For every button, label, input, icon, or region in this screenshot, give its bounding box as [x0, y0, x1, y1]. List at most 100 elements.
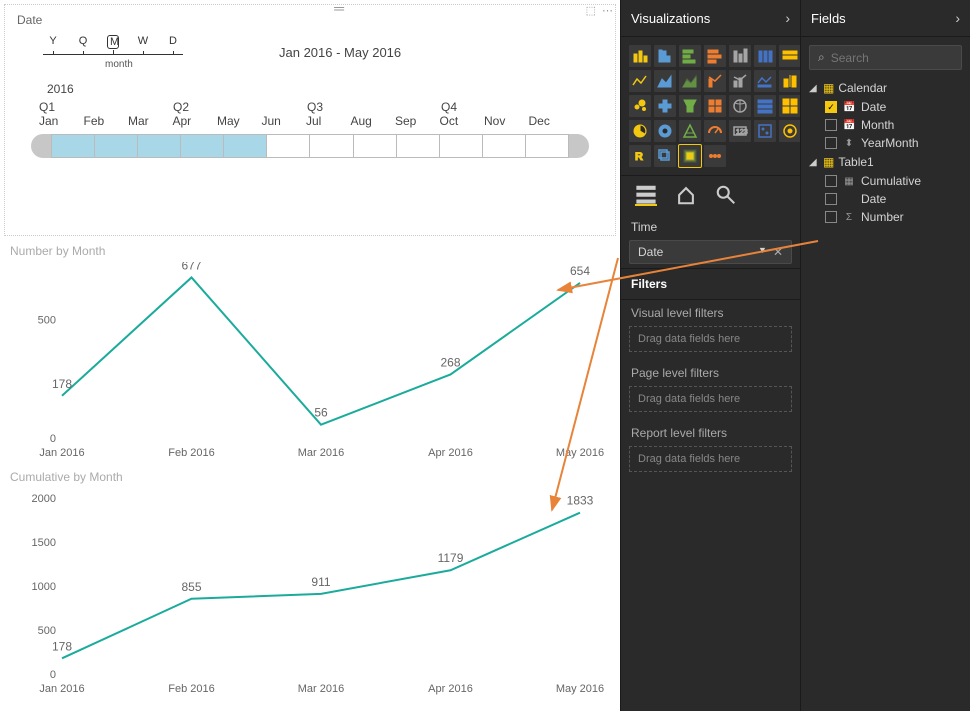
fields-panel[interactable]: Fields › ⌕ ◢▦Calendar✓📅Date📅Month⬍YearMo… [800, 0, 970, 711]
visualizations-header[interactable]: Visualizations › [621, 0, 800, 37]
viz-tool-tabs[interactable] [621, 175, 800, 214]
viz-type-icon[interactable] [779, 70, 801, 92]
viz-type-icon[interactable] [679, 95, 701, 117]
field-node[interactable]: ΣNumber [807, 208, 964, 226]
slicer-handle-left[interactable] [31, 134, 51, 158]
scale-month[interactable]: M [107, 35, 119, 49]
grip-icon[interactable]: ═ [334, 0, 343, 16]
scale-year[interactable]: Y [47, 35, 59, 49]
field-node[interactable]: ✓📅Date [807, 98, 964, 116]
slicer-cell[interactable] [526, 134, 569, 158]
viz-type-icon[interactable] [704, 145, 726, 167]
viz-type-icon[interactable] [629, 120, 651, 142]
field-well-pill[interactable]: Date ▼✕ [629, 240, 792, 264]
viz-type-icon[interactable] [779, 120, 801, 142]
field-checkbox[interactable] [825, 211, 837, 223]
scale-week[interactable]: W [137, 35, 149, 49]
table-node[interactable]: ◢▦Calendar [807, 78, 964, 98]
slicer-cell[interactable] [224, 134, 267, 158]
viz-type-icon[interactable] [679, 70, 701, 92]
remove-field-icon[interactable]: ✕ [773, 245, 783, 259]
slicer-cell[interactable] [51, 134, 95, 158]
viz-type-gallery[interactable]: 123 R [621, 37, 800, 175]
field-checkbox[interactable] [825, 193, 837, 205]
dropdown-icon[interactable]: ▼ [758, 245, 767, 259]
viz-type-icon[interactable] [654, 120, 676, 142]
fields-header[interactable]: Fields › [801, 0, 970, 37]
viz-type-icon[interactable] [679, 120, 701, 142]
slicer-year-label: 2016 [47, 82, 603, 96]
slicer-cell[interactable] [310, 134, 353, 158]
viz-type-icon[interactable] [654, 70, 676, 92]
viz-type-icon[interactable] [754, 95, 776, 117]
table-node[interactable]: ◢▦Table1 [807, 152, 964, 172]
chart1[interactable]: 0500Jan 2016Feb 2016Mar 2016Apr 2016May … [10, 262, 610, 462]
selected-range-text: Jan 2016 - May 2016 [279, 45, 401, 60]
field-node[interactable]: ⬍YearMonth [807, 134, 964, 152]
viz-type-icon[interactable] [679, 45, 701, 67]
viz-type-icon[interactable] [679, 145, 701, 167]
report-filters-dropzone[interactable]: Drag data fields here [629, 446, 792, 472]
field-node[interactable]: ▦Cumulative [807, 172, 964, 190]
chart2[interactable]: 0500100015002000Jan 2016Feb 2016Mar 2016… [10, 488, 610, 698]
viz-type-icon[interactable] [704, 120, 726, 142]
scale-quarter[interactable]: Q [77, 35, 89, 49]
page-filters-dropzone[interactable]: Drag data fields here [629, 386, 792, 412]
analytics-tab-icon[interactable] [715, 184, 737, 206]
more-options-icon[interactable]: ⋯ [602, 4, 613, 17]
viz-type-icon[interactable] [654, 95, 676, 117]
viz-type-icon[interactable] [704, 45, 726, 67]
report-canvas[interactable]: ═ ⬚ ⋯ Date Y Q M W D month Jan 2016 - Ma… [0, 0, 620, 711]
fields-tree[interactable]: ◢▦Calendar✓📅Date📅Month⬍YearMonth◢▦Table1… [801, 78, 970, 226]
viz-type-icon[interactable] [654, 45, 676, 67]
viz-type-icon[interactable] [779, 95, 801, 117]
scale-day[interactable]: D [167, 35, 179, 49]
slicer-cell[interactable] [267, 134, 310, 158]
viz-type-icon[interactable] [654, 145, 676, 167]
slicer-track[interactable] [31, 134, 589, 158]
viz-type-icon[interactable] [704, 70, 726, 92]
viz-type-icon[interactable] [629, 95, 651, 117]
slicer-cell[interactable] [181, 134, 224, 158]
viz-type-icon[interactable] [754, 45, 776, 67]
field-checkbox[interactable] [825, 175, 837, 187]
slicer-handle-right[interactable] [569, 134, 589, 158]
viz-type-icon[interactable] [729, 45, 751, 67]
field-node[interactable]: Date [807, 190, 964, 208]
viz-type-icon[interactable]: 123 [729, 120, 751, 142]
focus-mode-icon[interactable]: ⬚ [586, 4, 596, 17]
format-tab-icon[interactable] [675, 184, 697, 206]
svg-text:Feb 2016: Feb 2016 [168, 447, 214, 459]
slicer-cell[interactable] [95, 134, 138, 158]
field-checkbox[interactable] [825, 137, 837, 149]
timescale-selector[interactable]: Y Q M W D [47, 35, 179, 49]
svg-text:1000: 1000 [32, 581, 56, 593]
viz-type-icon[interactable] [779, 45, 801, 67]
svg-text:Feb 2016: Feb 2016 [168, 683, 214, 695]
fields-tab-icon[interactable] [635, 184, 657, 206]
slicer-cell[interactable] [440, 134, 483, 158]
viz-type-icon[interactable] [629, 45, 651, 67]
viz-type-icon[interactable] [729, 95, 751, 117]
viz-type-icon[interactable] [754, 120, 776, 142]
visual-filters-dropzone[interactable]: Drag data fields here [629, 326, 792, 352]
field-checkbox[interactable]: ✓ [825, 101, 837, 113]
viz-type-icon[interactable] [704, 95, 726, 117]
visualizations-panel[interactable]: Visualizations › 123R Time Date ▼✕ Filte… [620, 0, 800, 711]
fields-search-input[interactable] [831, 51, 953, 65]
viz-type-icon[interactable]: R [629, 145, 651, 167]
field-node[interactable]: 📅Month [807, 116, 964, 134]
viz-type-icon[interactable] [754, 70, 776, 92]
visual-filters-label: Visual level filters [621, 300, 800, 322]
timeline-slicer-visual[interactable]: ═ ⬚ ⋯ Date Y Q M W D month Jan 2016 - Ma… [4, 4, 616, 236]
chevron-right-icon[interactable]: › [785, 10, 790, 26]
viz-type-icon[interactable] [729, 70, 751, 92]
chevron-right-icon[interactable]: › [955, 10, 960, 26]
viz-type-icon[interactable] [629, 70, 651, 92]
field-checkbox[interactable] [825, 119, 837, 131]
slicer-cell[interactable] [354, 134, 397, 158]
fields-search[interactable]: ⌕ [809, 45, 962, 70]
slicer-cell[interactable] [483, 134, 526, 158]
slicer-cell[interactable] [138, 134, 181, 158]
slicer-cell[interactable] [397, 134, 440, 158]
